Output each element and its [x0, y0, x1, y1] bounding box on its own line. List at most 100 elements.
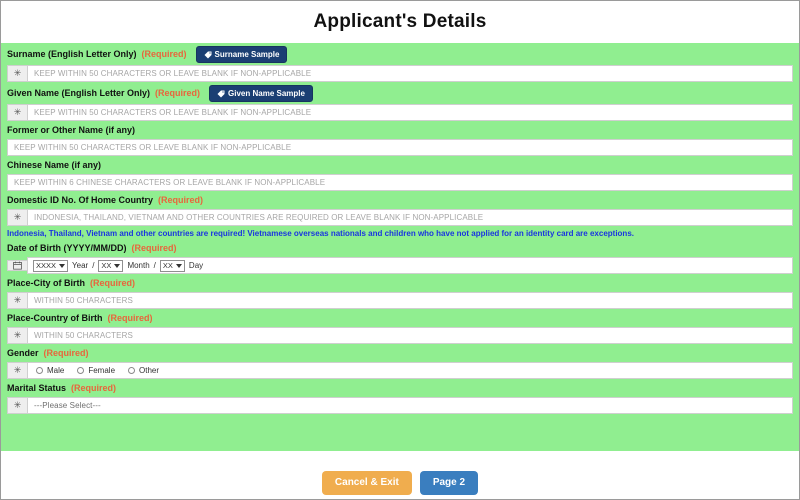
- surname-required-marker: (Required): [141, 49, 187, 59]
- city-of-birth-input-group: ✳ WITHIN 50 CHARACTERS: [7, 292, 793, 309]
- domestic-id-input[interactable]: INDONESIA, THAILAND, VIETNAM AND OTHER C…: [27, 209, 793, 226]
- title-bar: Applicant's Details: [1, 1, 799, 43]
- date-of-birth-input-group: XXXX Year / XX Month / XX Day: [7, 257, 793, 274]
- surname-label-row: Surname (English Letter Only) (Required)…: [7, 46, 793, 63]
- marital-status-label-row: Marital Status (Required): [7, 382, 793, 395]
- domestic-id-input-group: ✳ INDONESIA, THAILAND, VIETNAM AND OTHER…: [7, 209, 793, 226]
- country-of-birth-input[interactable]: WITHIN 50 CHARACTERS: [27, 327, 793, 344]
- birth-year-unit: Year: [72, 261, 89, 270]
- chinese-name-label-row: Chinese Name (if any): [7, 159, 793, 172]
- marital-status-label: Marital Status: [7, 383, 67, 393]
- city-of-birth-label-row: Place-City of Birth (Required): [7, 277, 793, 290]
- gender-label-row: Gender (Required): [7, 347, 793, 360]
- chinese-name-input[interactable]: KEEP WITHIN 6 CHINESE CHARACTERS OR LEAV…: [7, 174, 793, 191]
- chevron-down-icon: [114, 263, 121, 268]
- required-asterisk-icon: ✳: [7, 362, 27, 379]
- domestic-id-label: Domestic ID No. Of Home Country: [7, 195, 154, 205]
- chevron-down-icon: [59, 263, 66, 268]
- field-date-of-birth: Date of Birth (YYYY/MM/DD) (Required) XX…: [1, 239, 799, 274]
- date-separator: /: [153, 261, 156, 270]
- city-of-birth-required-marker: (Required): [90, 278, 136, 288]
- given-name-required-marker: (Required): [155, 88, 201, 98]
- radio-icon: [36, 367, 43, 374]
- cancel-exit-button[interactable]: Cancel & Exit: [321, 471, 412, 495]
- city-of-birth-input[interactable]: WITHIN 50 CHARACTERS: [27, 292, 793, 309]
- gender-option-other[interactable]: Other: [128, 366, 159, 375]
- domestic-id-required-marker: (Required): [158, 195, 204, 205]
- field-surname: Surname (English Letter Only) (Required)…: [1, 43, 799, 82]
- birth-year-select[interactable]: XXXX: [33, 259, 69, 272]
- form-panel: Surname (English Letter Only) (Required)…: [1, 43, 799, 451]
- country-of-birth-label: Place-Country of Birth: [7, 313, 103, 323]
- field-given-name: Given Name (English Letter Only) (Requir…: [1, 82, 799, 121]
- given-name-sample-button-label: Given Name Sample: [228, 89, 305, 98]
- birth-month-select[interactable]: XX: [98, 259, 124, 272]
- birth-year-value: XXXX: [36, 261, 57, 270]
- birth-month-unit: Month: [127, 261, 150, 270]
- date-of-birth-label-row: Date of Birth (YYYY/MM/DD) (Required): [7, 242, 793, 255]
- date-separator: /: [92, 261, 95, 270]
- country-of-birth-input-group: ✳ WITHIN 50 CHARACTERS: [7, 327, 793, 344]
- birth-day-select[interactable]: XX: [159, 259, 185, 272]
- given-name-input[interactable]: KEEP WITHIN 50 CHARACTERS OR LEAVE BLANK…: [27, 104, 793, 121]
- surname-sample-button-label: Surname Sample: [214, 50, 280, 59]
- required-asterisk-icon: ✳: [7, 397, 27, 414]
- gender-option-female[interactable]: Female: [77, 366, 115, 375]
- surname-label: Surname (English Letter Only): [7, 49, 137, 59]
- page-title: Applicant's Details: [313, 11, 487, 32]
- country-of-birth-label-row: Place-Country of Birth (Required): [7, 312, 793, 325]
- chinese-name-input-group: KEEP WITHIN 6 CHINESE CHARACTERS OR LEAV…: [7, 174, 793, 191]
- date-of-birth-required-marker: (Required): [131, 243, 177, 253]
- radio-icon: [77, 367, 85, 374]
- chevron-down-icon: [175, 263, 182, 268]
- former-name-input[interactable]: KEEP WITHIN 50 CHARACTERS OR LEAVE BLANK…: [7, 139, 793, 156]
- birth-day-unit: Day: [188, 261, 204, 270]
- given-name-sample-button[interactable]: Given Name Sample: [209, 85, 313, 102]
- calendar-icon: [7, 260, 27, 271]
- given-name-input-group: ✳ KEEP WITHIN 50 CHARACTERS OR LEAVE BLA…: [7, 104, 793, 121]
- field-country-of-birth: Place-Country of Birth (Required) ✳ WITH…: [1, 309, 799, 344]
- gender-option-female-label: Female: [88, 366, 116, 375]
- former-name-input-group: KEEP WITHIN 50 CHARACTERS OR LEAVE BLANK…: [7, 139, 793, 156]
- former-name-label-row: Former or Other Name (if any): [7, 124, 793, 137]
- country-of-birth-required-marker: (Required): [107, 313, 153, 323]
- gender-required-marker: (Required): [43, 348, 89, 358]
- required-asterisk-icon: ✳: [7, 104, 27, 121]
- footer-actions: Cancel & Exit Page 2: [1, 451, 799, 499]
- field-domestic-id: Domestic ID No. Of Home Country (Require…: [1, 191, 799, 239]
- surname-input-group: ✳ KEEP WITHIN 50 CHARACTERS OR LEAVE BLA…: [7, 65, 793, 82]
- tag-icon: [217, 90, 225, 98]
- birth-day-value: XX: [162, 261, 173, 270]
- birth-month-value: XX: [101, 261, 112, 270]
- marital-status-select[interactable]: ---Please Select---: [27, 397, 793, 414]
- gender-option-male-label: Male: [47, 366, 65, 375]
- page-2-button[interactable]: Page 2: [419, 471, 479, 495]
- domestic-id-note: Indonesia, Thailand, Vietnam and other c…: [7, 229, 634, 238]
- given-name-label-row: Given Name (English Letter Only) (Requir…: [7, 85, 793, 102]
- surname-sample-button[interactable]: Surname Sample: [195, 46, 288, 63]
- former-name-label: Former or Other Name (if any): [7, 125, 136, 135]
- gender-label: Gender: [7, 348, 39, 358]
- city-of-birth-label: Place-City of Birth: [7, 278, 86, 288]
- gender-options: Male Female Other: [27, 362, 793, 379]
- radio-icon: [128, 367, 136, 374]
- chinese-name-label: Chinese Name (if any): [7, 160, 102, 170]
- required-asterisk-icon: ✳: [7, 327, 27, 344]
- tag-icon: [204, 51, 212, 59]
- gender-option-male[interactable]: Male: [36, 366, 64, 375]
- marital-status-required-marker: (Required): [71, 383, 117, 393]
- field-gender: Gender (Required) ✳ Male Female Other: [1, 344, 799, 379]
- applicant-details-page: Applicant's Details Surname (English Let…: [1, 1, 799, 499]
- field-city-of-birth: Place-City of Birth (Required) ✳ WITHIN …: [1, 274, 799, 309]
- given-name-label: Given Name (English Letter Only): [7, 88, 151, 98]
- field-former-name: Former or Other Name (if any) KEEP WITHI…: [1, 121, 799, 156]
- date-of-birth-label: Date of Birth (YYYY/MM/DD): [7, 243, 127, 253]
- gender-option-other-label: Other: [139, 366, 160, 375]
- required-asterisk-icon: ✳: [7, 209, 27, 226]
- required-asterisk-icon: ✳: [7, 65, 27, 82]
- surname-input[interactable]: KEEP WITHIN 50 CHARACTERS OR LEAVE BLANK…: [27, 65, 793, 82]
- required-asterisk-icon: ✳: [7, 292, 27, 309]
- domestic-id-label-row: Domestic ID No. Of Home Country (Require…: [7, 194, 793, 207]
- field-chinese-name: Chinese Name (if any) KEEP WITHIN 6 CHIN…: [1, 156, 799, 191]
- date-of-birth-fields: XXXX Year / XX Month / XX Day: [27, 257, 793, 274]
